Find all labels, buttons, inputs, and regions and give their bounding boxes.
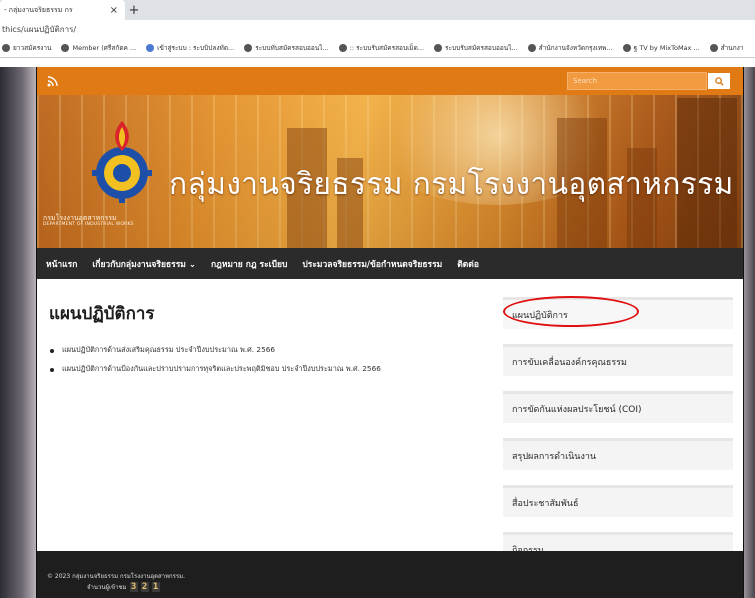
close-tab-icon[interactable]: × [107, 5, 121, 16]
bookmark-item[interactable]: สำนกงา [709, 43, 744, 53]
globe-icon [244, 43, 253, 52]
globe-icon [61, 43, 70, 52]
bookmark-label: ระบบรับสมัครสอบออนไ... [445, 43, 518, 52]
address-bar[interactable]: thics/แผนปฏิบัติการ/ [0, 20, 755, 38]
tab-bar: - กลุ่มงานจริยธรรม กร × + [0, 0, 755, 20]
globe-icon [2, 43, 10, 52]
tab-title: - กลุ่มงานจริยธรรม กร [4, 5, 73, 14]
browser-tab[interactable]: - กลุ่มงานจริยธรรม กร × [0, 0, 125, 20]
globe-icon [527, 43, 536, 52]
bookmark-item[interactable]: เข้าสู่ระบบ : ระบบิปลงทัด... [146, 43, 234, 53]
url-text: thics/แผนปฏิบัติการ/ [2, 24, 77, 34]
bookmark-label: ระบบทับสมัครสอบออนไ... [255, 43, 329, 52]
globe-icon [709, 43, 718, 52]
bookmark-item[interactable]: :: ระบบรับสมัครสอบเม็ด... [338, 43, 424, 53]
bookmark-label: ยาวสมัครงาน [13, 43, 52, 52]
bookmark-item[interactable]: ระบบรับสมัครสอบออนไ... [434, 43, 518, 53]
bookmark-label: Member (ศรีสกัดค ... [72, 43, 137, 52]
page-background-right [744, 67, 755, 598]
bookmark-label: :: ระบบรับสมัครสอบเม็ด... [349, 43, 424, 52]
globe-icon [434, 43, 442, 52]
bookmark-item[interactable]: ยาวสมัครงาน [2, 43, 51, 53]
globe-icon [146, 43, 155, 52]
bookmark-label: ฐ TV by MixToMax ... [633, 43, 700, 52]
new-tab-button[interactable]: + [125, 0, 143, 20]
page-background-left [0, 67, 36, 598]
bookmark-item[interactable]: สำนักงานจังหวัดกรุงเทพ... [527, 43, 613, 53]
page-frame [36, 67, 744, 598]
bookmark-label: สำนกงา [720, 43, 744, 52]
bookmark-label: เข้าสู่ระบบ : ระบบิปลงทัด... [157, 43, 235, 52]
browser-chrome: - กลุ่มงานจริยธรรม กร × + thics/แผนปฏิบั… [0, 0, 755, 67]
tv-icon [622, 43, 631, 52]
bookmarks-bar: ยาวสมัครงาน Member (ศรีสกัดค ... เข้าสู่… [0, 38, 755, 58]
bookmark-item[interactable]: Member (ศรีสกัดค ... [61, 43, 136, 53]
bookmark-item[interactable]: ฐ TV by MixToMax ... [622, 43, 700, 53]
globe-icon [338, 43, 347, 52]
bookmark-label: สำนักงานจังหวัดกรุงเทพ... [538, 43, 613, 52]
bookmark-item[interactable]: ระบบทับสมัครสอบออนไ... [244, 43, 329, 53]
